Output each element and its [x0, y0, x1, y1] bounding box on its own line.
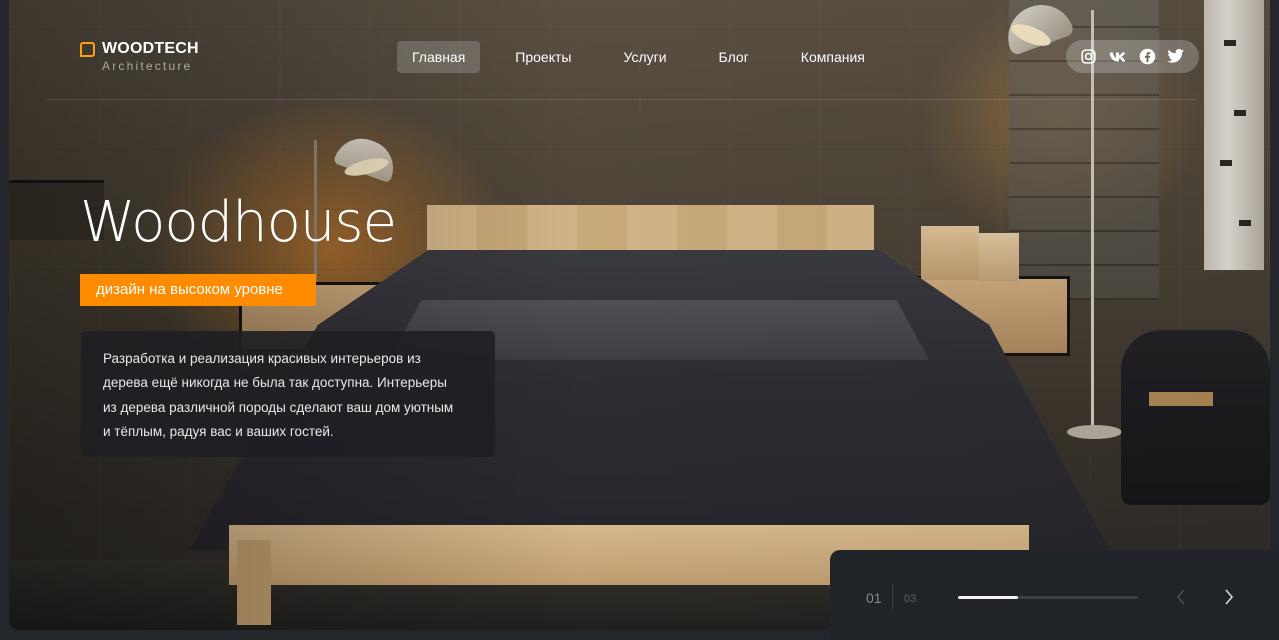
slider-controls: 01 03: [830, 550, 1279, 640]
hero-description: Разработка и реализация красивых интерье…: [81, 331, 495, 457]
hero-badge: дизайн на высоком уровне: [80, 274, 316, 306]
slide-progress-bar: [958, 596, 1138, 599]
main-nav: Главная Проекты Услуги Блог Компания: [397, 41, 902, 73]
nav-item-home[interactable]: Главная: [397, 41, 481, 73]
twitter-icon[interactable]: [1167, 48, 1185, 66]
slide-progress-fill: [958, 596, 1018, 599]
logo-mark-icon: [80, 42, 95, 57]
chevron-right-icon: [1225, 589, 1234, 605]
slide-total-number: 03: [904, 593, 917, 605]
hero-title: Woodhouse: [80, 190, 397, 255]
social-links: [1066, 40, 1199, 73]
header-divider: [47, 99, 1197, 100]
facebook-icon[interactable]: [1138, 48, 1156, 66]
slider-prev-button[interactable]: [1171, 586, 1191, 608]
hero-description-line: и тёплым, радуя вас и ваших гостей.: [103, 423, 334, 439]
nav-item-company[interactable]: Компания: [786, 41, 880, 73]
chevron-left-icon: [1176, 589, 1185, 605]
hero-background-photo: WOODTECH Architecture Главная Проекты Ус…: [9, 0, 1270, 630]
logo-title: WOODTECH: [102, 40, 199, 57]
hero-description-line: Разработка и реализация красивых интерье…: [103, 351, 421, 366]
instagram-icon[interactable]: [1080, 48, 1098, 66]
vk-icon[interactable]: [1109, 48, 1127, 66]
nav-item-projects[interactable]: Проекты: [500, 41, 586, 73]
hero-description-line: из дерева различной породы сделают ваш д…: [103, 399, 454, 415]
slide-current-number: 01: [866, 590, 882, 606]
nav-item-blog[interactable]: Блог: [704, 41, 764, 73]
hero-description-line: дерева ещё никогда не была так доступна.…: [103, 375, 448, 391]
slider-next-button[interactable]: [1219, 586, 1239, 608]
photo-overlay: [9, 0, 1270, 630]
logo-tagline: Architecture: [102, 59, 193, 73]
nav-item-services[interactable]: Услуги: [608, 41, 681, 73]
slide-counter-divider: [892, 584, 893, 610]
